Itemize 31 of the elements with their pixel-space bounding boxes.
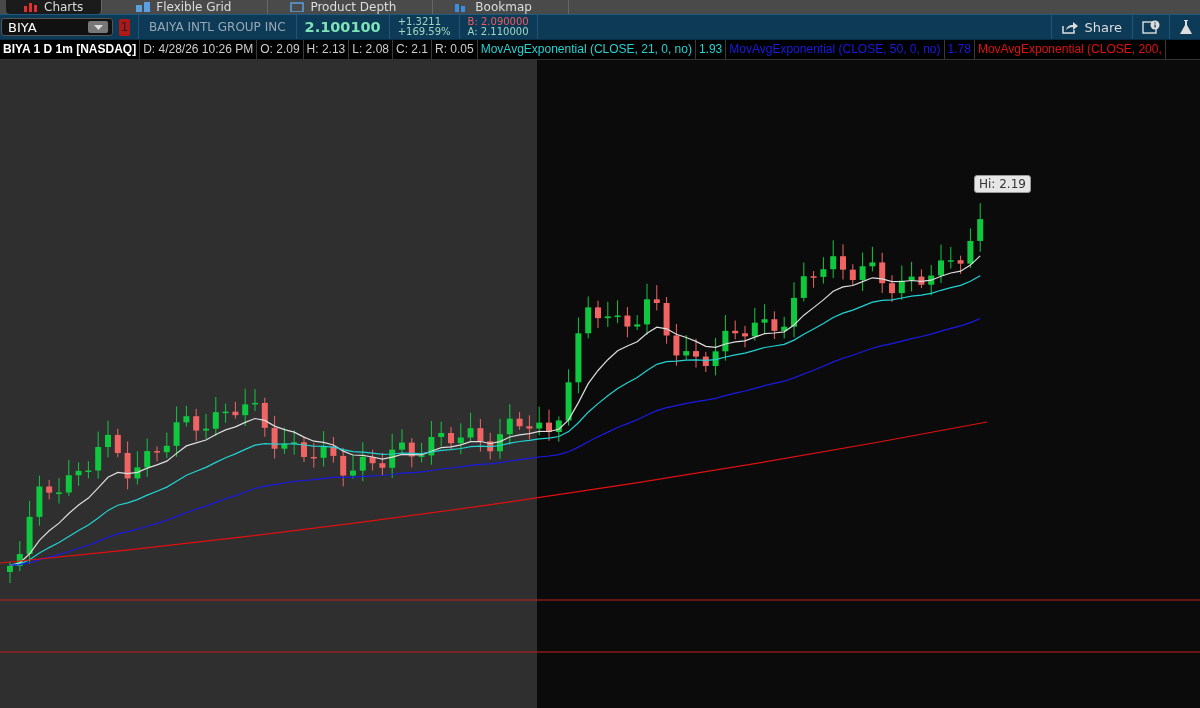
bar-chart-icon (24, 2, 38, 12)
flask-icon (1180, 20, 1192, 34)
ohlc-value: O: 2.09 (257, 40, 304, 59)
ohlc-value: H: 2.13 (303, 40, 350, 59)
share-icon (1062, 20, 1079, 34)
study-label: MovAvgExponential (CLOSE, 21, 0, no) (477, 40, 696, 59)
study-label: MovAvgExponential (CLOSE, 200, (974, 40, 1166, 59)
symbol-field[interactable]: BIYA (1, 18, 113, 36)
ohlc-value: L: 2.08 (349, 40, 393, 59)
study-value: 1.78 (944, 40, 975, 59)
share-button[interactable]: Share (1052, 15, 1132, 39)
grid-icon (136, 2, 151, 12)
depth-icon (290, 2, 305, 12)
ohlc-value: R: 0.05 (432, 40, 478, 59)
high-label: Hi: 2.19 (974, 175, 1031, 193)
tab[interactable]: Charts (6, 0, 103, 14)
study-label: MovAvgExponential (CLOSE, 50, 0, no) (726, 40, 945, 59)
study-value: 1.93 (695, 40, 727, 59)
info-icon (1142, 20, 1160, 34)
net-change: +1.3211 (397, 17, 443, 27)
last-price: 2.100100 (303, 19, 382, 35)
percent-change: +169.59% (397, 27, 451, 37)
caret-icon (93, 24, 103, 30)
dropdown-button[interactable] (88, 21, 108, 33)
company-name: BAIYA INTL GROUP INC (149, 20, 286, 34)
ohlc-value: C: 2.1 (393, 40, 432, 59)
ohlc-value: D: 4/28/26 10:26 PM (140, 40, 258, 59)
chart-title: BIYA 1 D 1m [NASDAQ] (0, 40, 141, 59)
bid-price: B: 2.090000 (467, 17, 529, 27)
symbol-input[interactable]: BIYA (8, 19, 88, 35)
ask-price: A: 2.110000 (467, 27, 529, 37)
